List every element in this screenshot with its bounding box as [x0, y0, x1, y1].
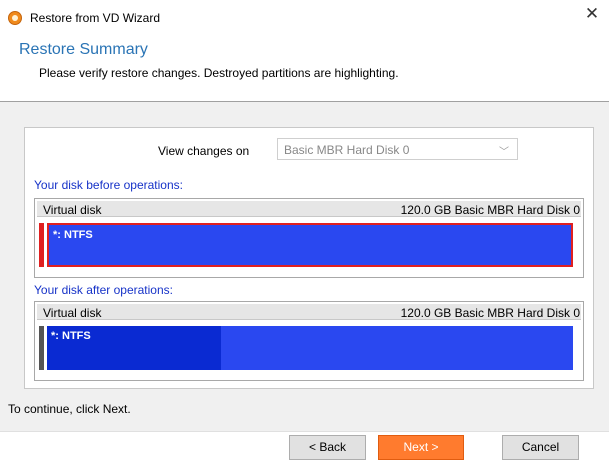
- page-subtitle: Please verify restore changes. Destroyed…: [39, 66, 399, 80]
- chevron-down-icon: ﹀: [499, 147, 509, 158]
- before-label: Your disk before operations:: [34, 178, 183, 192]
- disk-after: Virtual disk 120.0 GB Basic MBR Hard Dis…: [34, 301, 584, 381]
- changes-panel: View changes on Basic MBR Hard Disk 0 ﹀ …: [24, 127, 594, 389]
- page-title: Restore Summary: [19, 41, 148, 58]
- partition-before-label: *: NTFS: [53, 229, 93, 241]
- disk-after-header: Virtual disk 120.0 GB Basic MBR Hard Dis…: [37, 304, 581, 320]
- wizard-header: Restore Summary Please verify restore ch…: [0, 34, 609, 102]
- disk-after-info: 120.0 GB Basic MBR Hard Disk 0: [400, 306, 580, 320]
- next-button[interactable]: Next >: [378, 435, 464, 460]
- partition-before[interactable]: *: NTFS: [47, 223, 573, 267]
- view-changes-label: View changes on: [158, 144, 250, 158]
- continue-instruction: To continue, click Next.: [8, 402, 131, 416]
- disk-before-header: Virtual disk 120.0 GB Basic MBR Hard Dis…: [37, 201, 581, 217]
- partition-after-label: *: NTFS: [51, 330, 91, 342]
- disk-select[interactable]: Basic MBR Hard Disk 0 ﹀: [277, 138, 518, 160]
- wizard-body: View changes on Basic MBR Hard Disk 0 ﹀ …: [0, 102, 609, 431]
- partition-after[interactable]: *: NTFS: [47, 326, 573, 370]
- window-title: Restore from VD Wizard: [30, 11, 161, 25]
- footer-divider: [0, 431, 609, 432]
- close-button[interactable]: ✕: [579, 4, 605, 26]
- disk-select-value: Basic MBR Hard Disk 0: [284, 143, 410, 157]
- disk-before-info: 120.0 GB Basic MBR Hard Disk 0: [400, 203, 580, 217]
- back-button[interactable]: < Back: [289, 435, 366, 460]
- disk-before: Virtual disk 120.0 GB Basic MBR Hard Dis…: [34, 198, 584, 278]
- disk-after-name: Virtual disk: [43, 306, 102, 320]
- app-logo-icon: [8, 11, 22, 25]
- after-label: Your disk after operations:: [34, 283, 173, 297]
- partition-marker: [39, 326, 44, 370]
- cancel-button[interactable]: Cancel: [502, 435, 579, 460]
- destroyed-marker: [39, 223, 44, 267]
- title-bar: Restore from VD Wizard ✕: [0, 0, 609, 34]
- disk-before-name: Virtual disk: [43, 203, 102, 217]
